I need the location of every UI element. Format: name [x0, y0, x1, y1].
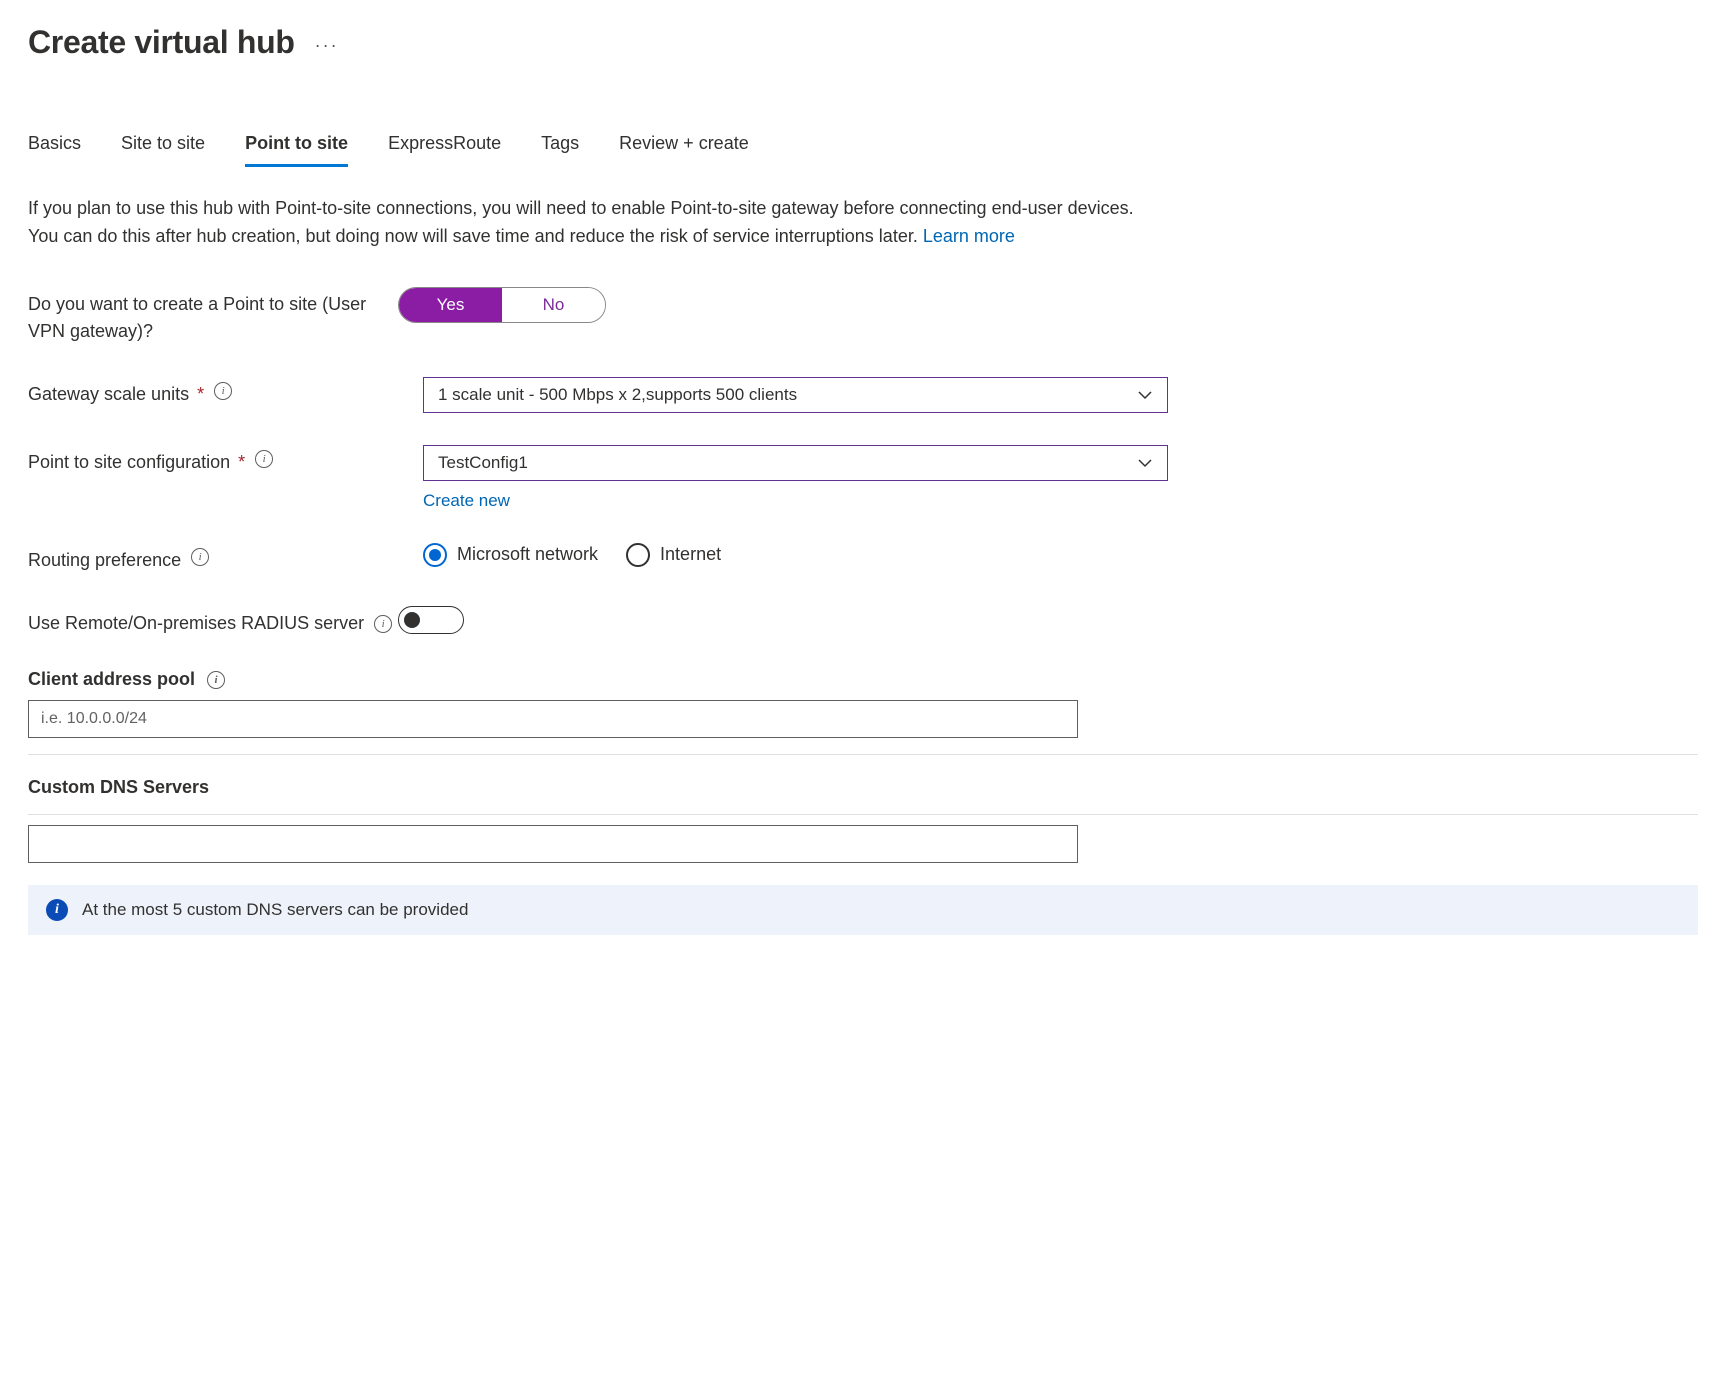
chevron-down-icon [1137, 387, 1153, 403]
custom-dns-title: Custom DNS Servers [28, 777, 1698, 798]
info-icon: i [46, 899, 68, 921]
remote-radius-toggle[interactable] [398, 606, 464, 634]
routing-pref-radio-group: Microsoft network Internet [423, 543, 1168, 567]
required-star: * [197, 381, 204, 408]
p2s-yes-option[interactable]: Yes [399, 288, 502, 322]
p2s-config-value: TestConfig1 [438, 453, 528, 473]
required-star: * [238, 449, 245, 476]
tab-site-to-site[interactable]: Site to site [121, 133, 205, 167]
routing-pref-microsoft[interactable]: Microsoft network [423, 543, 598, 567]
create-new-link[interactable]: Create new [423, 491, 510, 511]
tab-point-to-site[interactable]: Point to site [245, 133, 348, 167]
dns-info-text: At the most 5 custom DNS servers can be … [82, 900, 468, 920]
tab-basics[interactable]: Basics [28, 133, 81, 167]
p2s-gateway-toggle[interactable]: Yes No [398, 287, 606, 323]
intro-text: If you plan to use this hub with Point-t… [28, 195, 1168, 251]
custom-dns-input[interactable] [28, 825, 1078, 863]
remote-radius-label: Use Remote/On-premises RADIUS server i [28, 606, 398, 637]
routing-pref-microsoft-label: Microsoft network [457, 544, 598, 565]
divider [28, 814, 1698, 815]
routing-pref-internet[interactable]: Internet [626, 543, 721, 567]
tab-expressroute[interactable]: ExpressRoute [388, 133, 501, 167]
info-icon[interactable]: i [214, 382, 232, 400]
client-address-pool-title: Client address pool i [28, 669, 1698, 690]
learn-more-link[interactable]: Learn more [923, 226, 1015, 246]
tab-bar: Basics Site to site Point to site Expres… [28, 133, 1698, 167]
p2s-no-option[interactable]: No [502, 288, 605, 322]
info-icon[interactable]: i [191, 548, 209, 566]
page-title: Create virtual hub [28, 24, 295, 61]
p2s-gateway-label: Do you want to create a Point to site (U… [28, 287, 398, 345]
routing-pref-internet-label: Internet [660, 544, 721, 565]
p2s-config-label: Point to site configuration * i [28, 445, 423, 476]
more-actions-icon[interactable]: ··· [315, 29, 339, 56]
client-address-pool-input[interactable] [28, 700, 1078, 738]
gateway-scale-dropdown[interactable]: 1 scale unit - 500 Mbps x 2,supports 500… [423, 377, 1168, 413]
chevron-down-icon [1137, 455, 1153, 471]
gateway-scale-label: Gateway scale units * i [28, 377, 423, 408]
radio-checked-icon [423, 543, 447, 567]
tab-tags[interactable]: Tags [541, 133, 579, 167]
info-icon[interactable]: i [255, 450, 273, 468]
info-icon[interactable]: i [374, 615, 392, 633]
routing-pref-label: Routing preference i [28, 543, 423, 574]
page-header: Create virtual hub ··· [28, 24, 1698, 61]
dns-info-banner: i At the most 5 custom DNS servers can b… [28, 885, 1698, 935]
divider [28, 754, 1698, 755]
tab-review-create[interactable]: Review + create [619, 133, 749, 167]
gateway-scale-value: 1 scale unit - 500 Mbps x 2,supports 500… [438, 385, 797, 405]
radio-unchecked-icon [626, 543, 650, 567]
p2s-config-dropdown[interactable]: TestConfig1 [423, 445, 1168, 481]
info-icon[interactable]: i [207, 671, 225, 689]
